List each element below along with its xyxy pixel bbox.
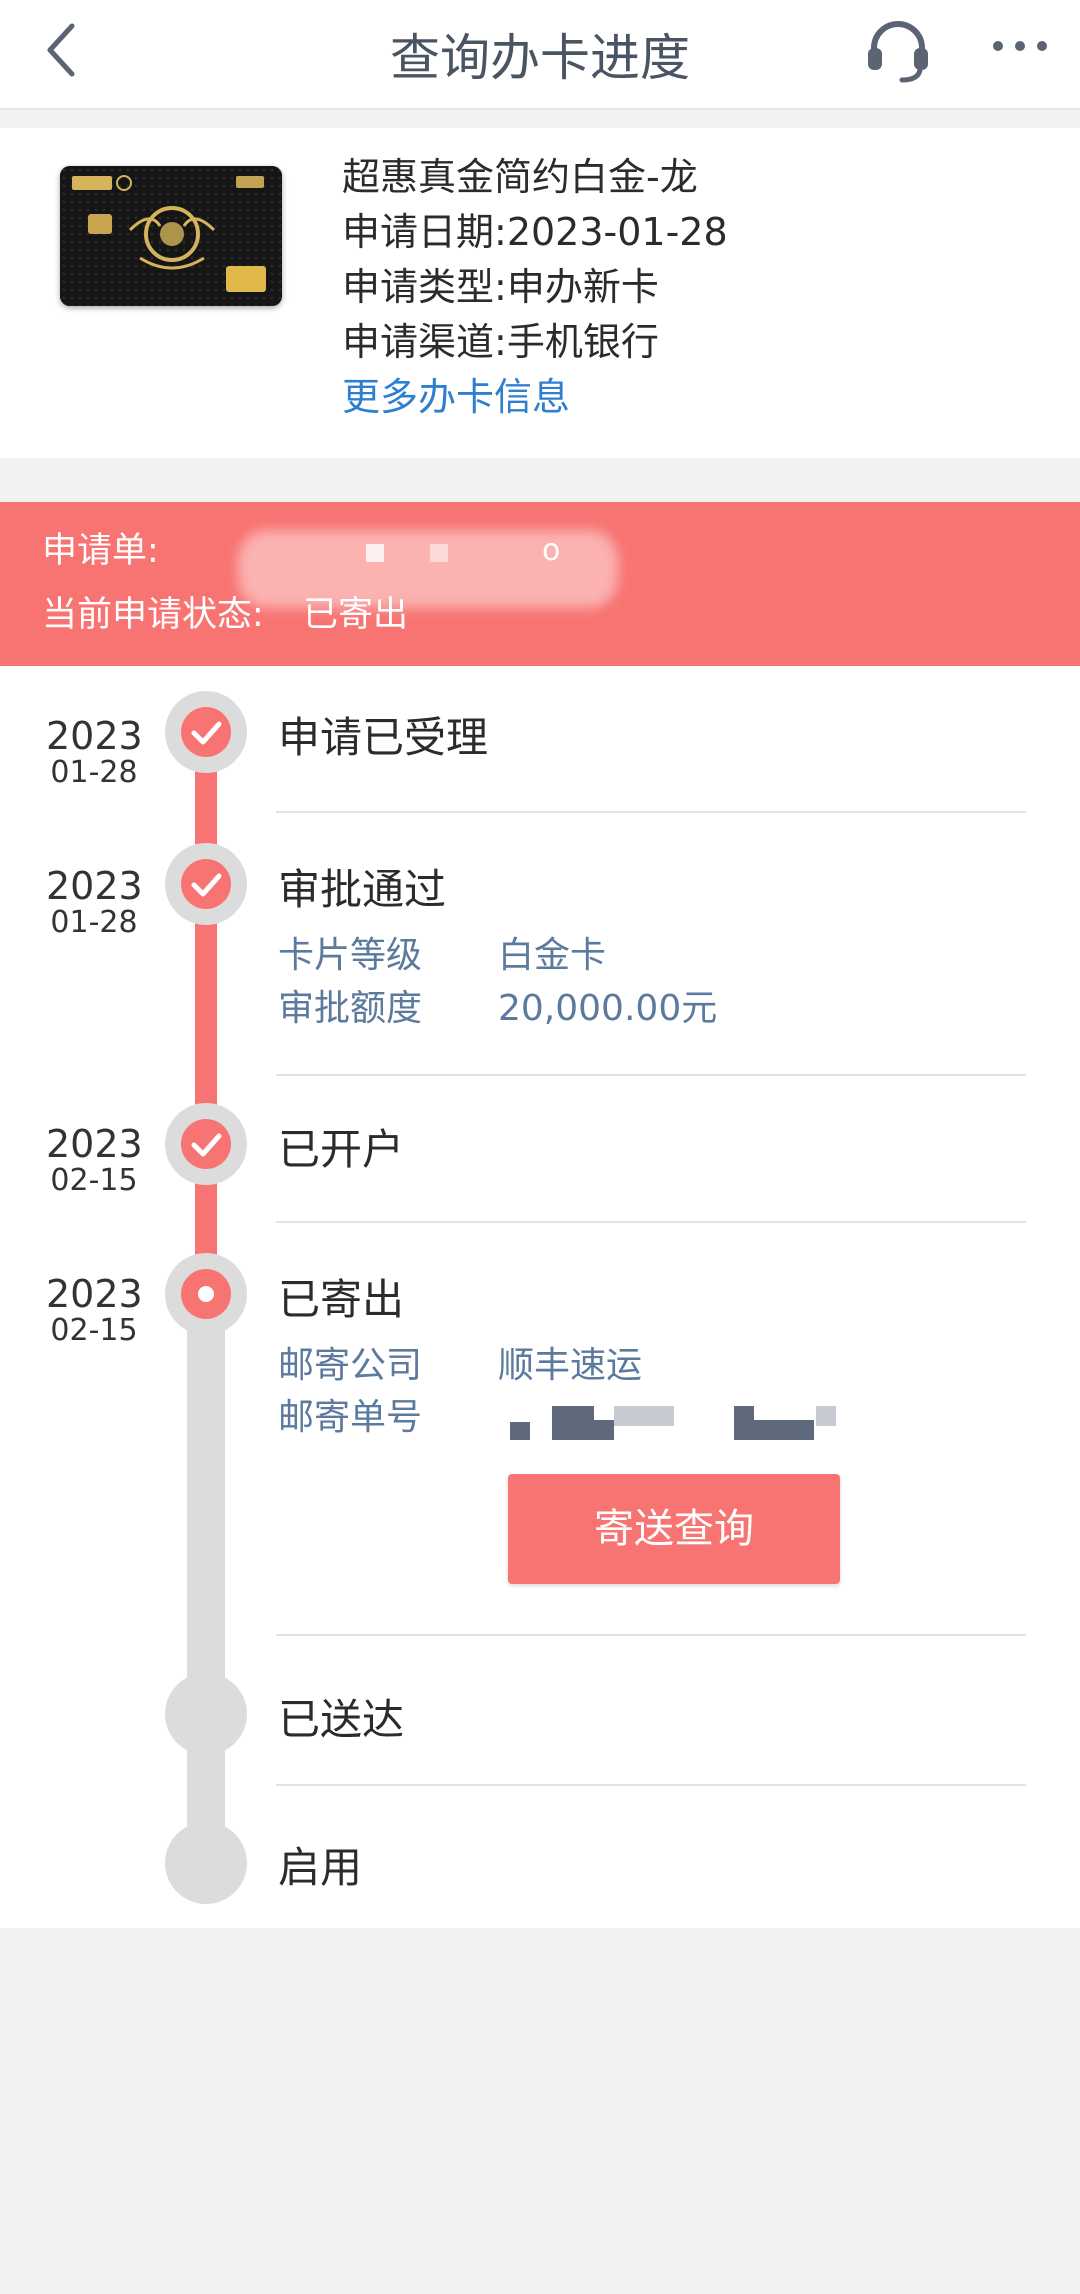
detail-row: 审批额度 20,000.00元	[278, 979, 717, 1031]
card-artwork	[60, 166, 282, 306]
detail-key: 审批额度	[278, 988, 423, 1029]
shipping-query-button[interactable]: 寄送查询	[508, 1474, 840, 1584]
detail-row: 邮寄单号	[278, 1388, 498, 1440]
step-dot-done	[165, 843, 247, 925]
step-title: 已送达	[278, 1695, 405, 1744]
current-dot-icon	[198, 1286, 214, 1302]
detail-row: 邮寄公司 顺丰速运	[278, 1336, 642, 1388]
step-year: 2023	[46, 864, 143, 908]
detail-key: 卡片等级	[278, 935, 423, 976]
step-date: 2023 02-15	[46, 1272, 143, 1348]
step-date: 2023 02-15	[46, 1122, 143, 1198]
detail-key: 邮寄单号	[278, 1397, 423, 1438]
divider	[276, 1784, 1026, 1786]
step-month-day: 02-15	[50, 1163, 138, 1198]
step-title: 已开户	[278, 1125, 405, 1174]
card-name: 超惠真金简约白金-龙	[342, 155, 698, 199]
divider	[276, 1634, 1026, 1636]
step-year: 2023	[46, 1122, 143, 1166]
current-status-value: 已寄出	[302, 595, 408, 635]
step-dot-done	[165, 1103, 247, 1185]
card-image	[60, 166, 282, 306]
timeline-track-done	[195, 732, 217, 1292]
order-number-tail: o	[542, 533, 561, 568]
step-date: 2023 01-28	[46, 864, 143, 940]
redaction-mark	[366, 544, 384, 562]
step-title: 启用	[278, 1843, 363, 1892]
more-card-info-link[interactable]: 更多办卡信息	[342, 370, 728, 425]
step-dot-pending	[165, 1822, 247, 1904]
progress-timeline: 2023 01-28 申请已受理 2023 01-28 审批通过 卡片等级 白金卡…	[0, 666, 1080, 1928]
step-dot-pending	[165, 1673, 247, 1755]
channel-value: 手机银行	[506, 320, 659, 364]
redaction-mark	[430, 544, 448, 562]
detail-value: 白金卡	[498, 935, 607, 976]
order-row: 申请单: o	[42, 526, 618, 608]
apply-date-label: 申请日期:	[342, 210, 507, 254]
timeline-track-pending	[187, 1292, 225, 1846]
detail-key: 邮寄公司	[278, 1345, 423, 1386]
detail-value: 20,000.00元	[498, 988, 718, 1029]
detail-value: 顺丰速运	[498, 1345, 643, 1386]
checkmark-icon	[191, 873, 222, 897]
status-banner: 申请单: o 当前申请状态: 已寄出	[0, 502, 1080, 666]
order-label: 申请单:	[42, 531, 159, 571]
apply-type-row: 申请类型:申办新卡	[342, 260, 728, 315]
divider	[276, 811, 1026, 813]
checkmark-icon	[191, 1133, 222, 1157]
current-status-row: 当前申请状态: 已寄出	[42, 590, 408, 640]
card-info-section: 超惠真金简约白金-龙 申请日期:2023-01-28 申请类型:申办新卡 申请渠…	[0, 128, 1080, 458]
current-status-label: 当前申请状态:	[42, 595, 264, 635]
top-bar: 查询办卡进度	[0, 0, 1080, 110]
detail-row: 卡片等级 白金卡	[278, 926, 606, 978]
customer-service-button[interactable]	[862, 14, 934, 86]
apply-type-label: 申请类型:	[342, 265, 507, 309]
step-dot-current	[165, 1253, 247, 1335]
channel-label: 申请渠道:	[342, 320, 507, 364]
headset-icon	[868, 21, 928, 83]
step-dot-done	[165, 691, 247, 773]
apply-date-row: 申请日期:2023-01-28	[342, 205, 728, 260]
divider	[276, 1221, 1026, 1223]
step-month-day: 01-28	[50, 905, 138, 940]
step-month-day: 02-15	[50, 1313, 138, 1348]
step-month-day: 01-28	[50, 755, 138, 790]
step-year: 2023	[46, 714, 143, 758]
divider	[276, 1074, 1026, 1076]
step-year: 2023	[46, 1272, 143, 1316]
card-details: 超惠真金简约白金-龙 申请日期:2023-01-28 申请类型:申办新卡 申请渠…	[342, 150, 728, 425]
apply-type-value: 申办新卡	[506, 265, 659, 309]
step-title: 审批通过	[278, 865, 447, 914]
step-title: 申请已受理	[278, 713, 489, 762]
channel-row: 申请渠道:手机银行	[342, 315, 728, 370]
checkmark-icon	[191, 721, 222, 745]
more-dots-icon	[993, 41, 1047, 51]
more-button[interactable]	[988, 26, 1052, 66]
step-title: 已寄出	[278, 1275, 405, 1324]
step-date: 2023 01-28	[46, 714, 143, 790]
apply-date-value: 2023-01-28	[506, 210, 728, 254]
